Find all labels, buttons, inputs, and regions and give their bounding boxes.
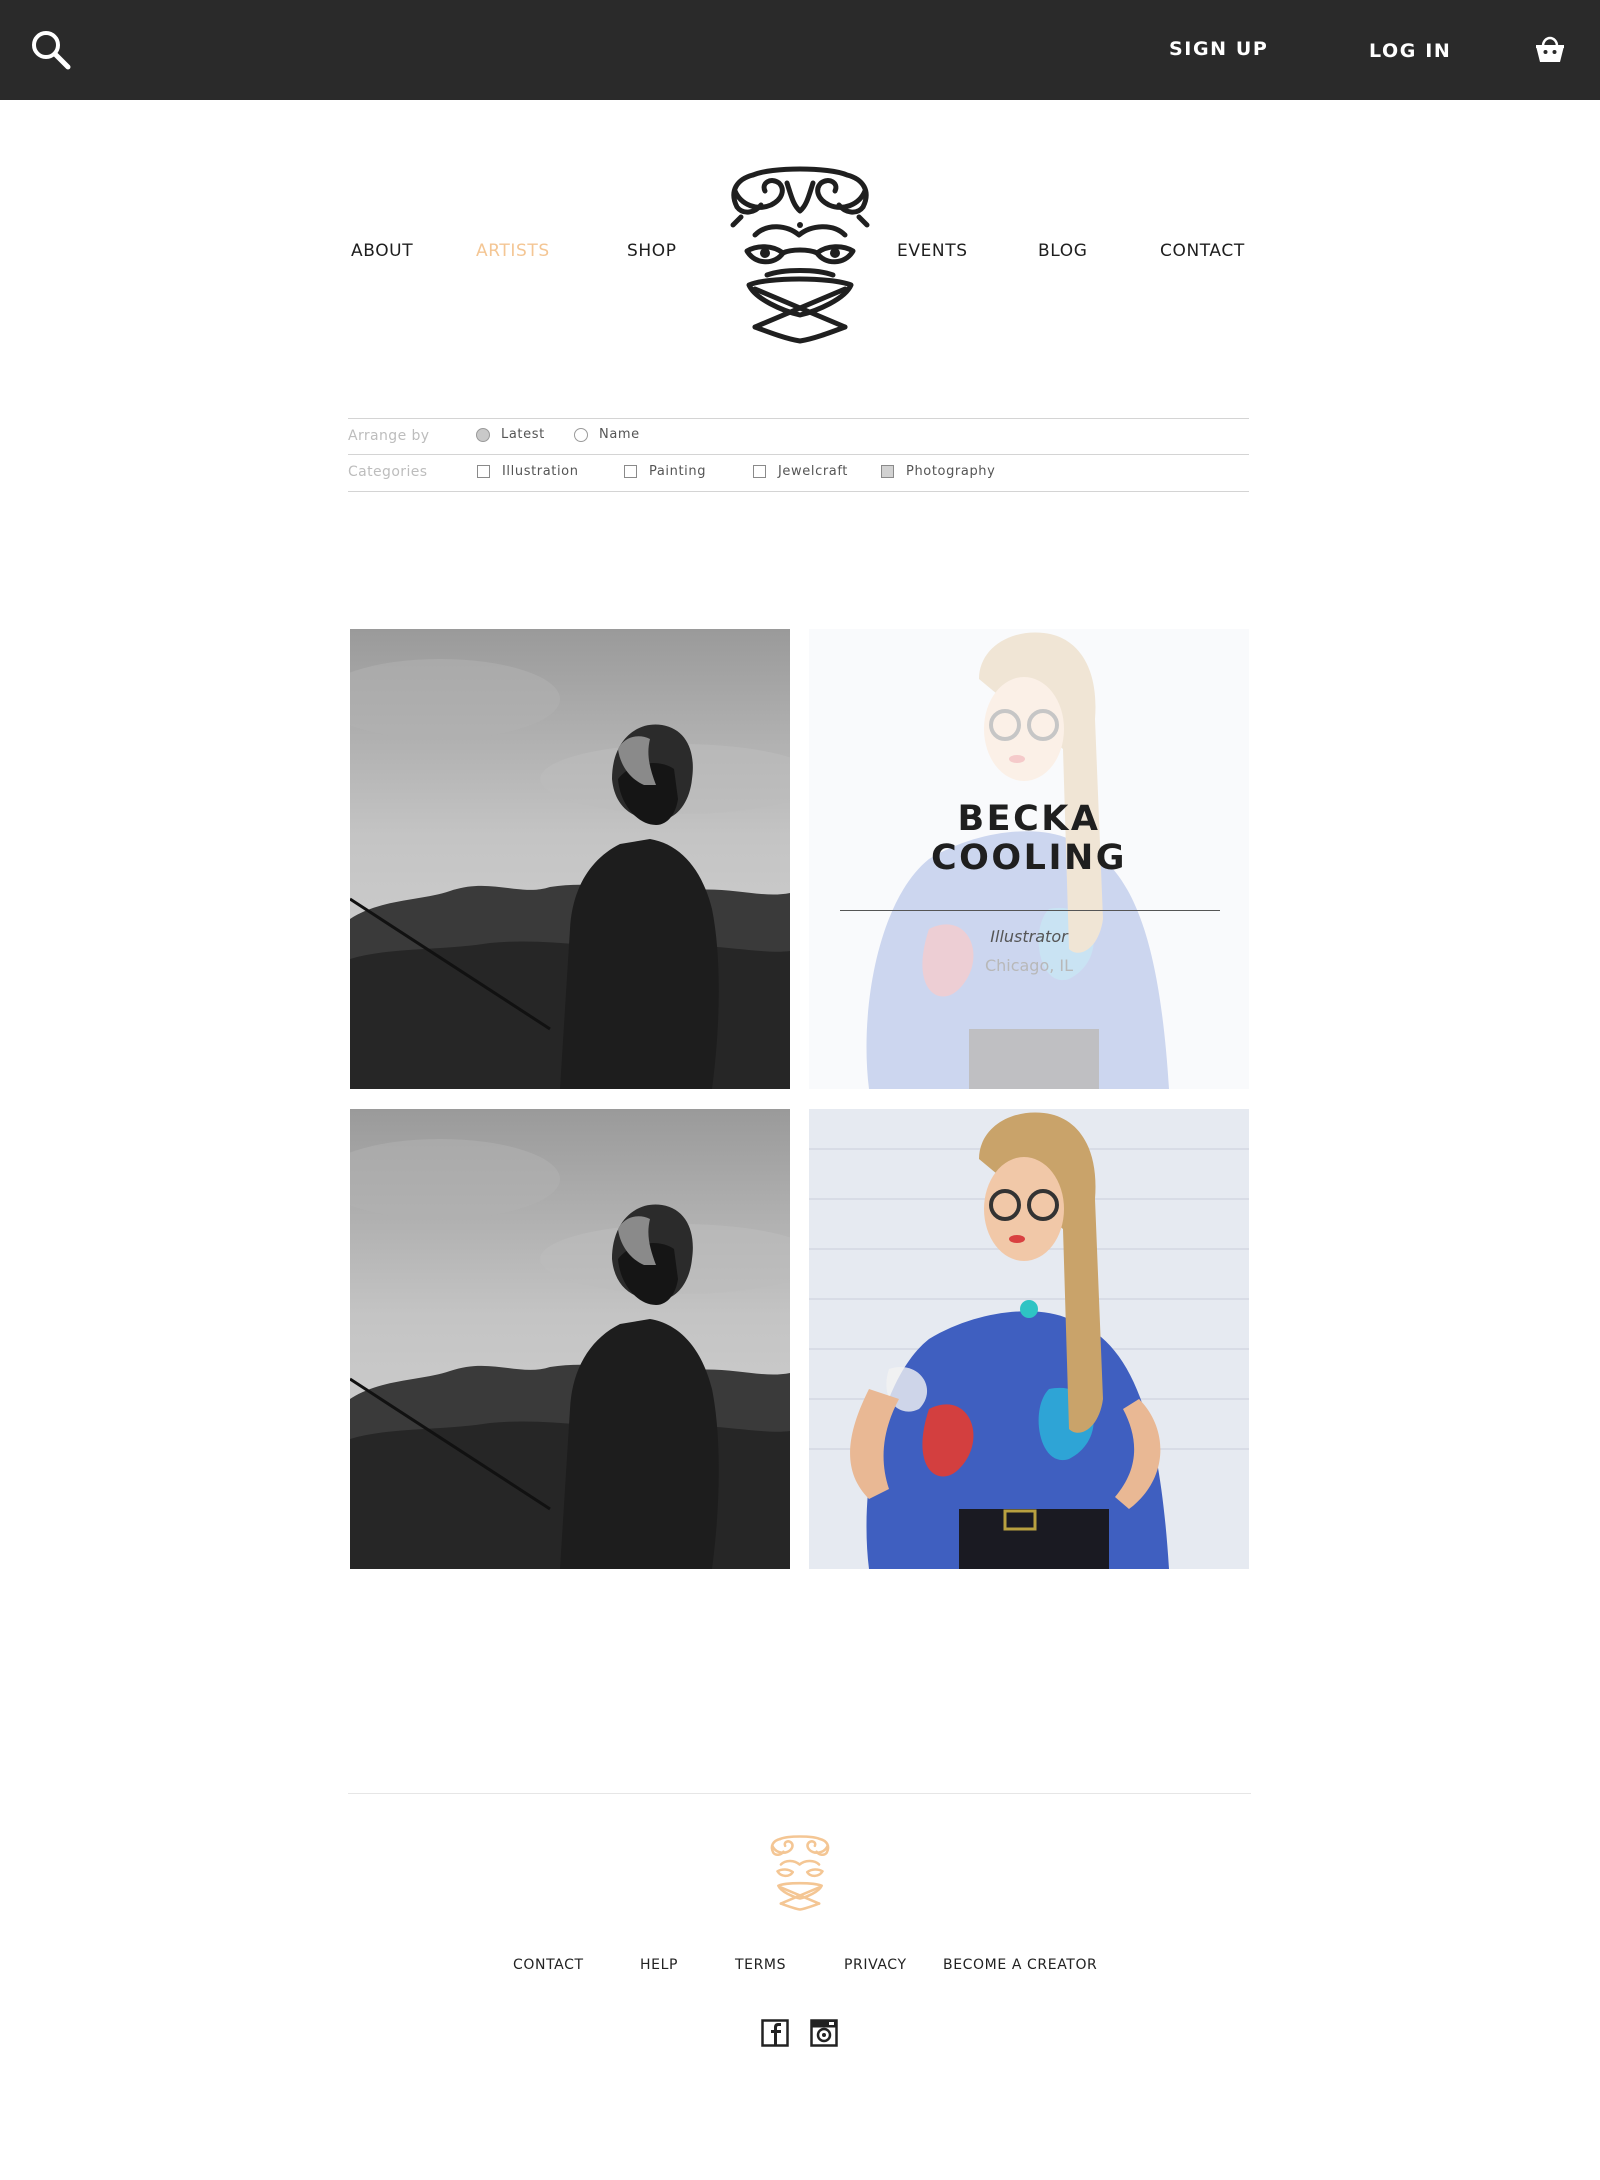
footer-become-creator-link[interactable]: BECOME A CREATOR [943, 1957, 1097, 1973]
search-button[interactable] [28, 28, 74, 74]
mask-logo-icon [730, 166, 870, 344]
artist-divider [840, 910, 1220, 911]
bearded-man-bw-photo [350, 1109, 790, 1569]
category-jewelcraft-label: Jewelcraft [778, 464, 848, 479]
nav-contact[interactable]: CONTACT [1160, 241, 1245, 261]
filter-divider [348, 418, 1249, 419]
footer-help-link[interactable]: HELP [640, 1957, 678, 1973]
instagram-icon [810, 2019, 838, 2047]
footer-logo[interactable] [769, 1833, 831, 1913]
arrange-latest-label: Latest [501, 427, 545, 442]
checkbox-icon [624, 465, 637, 478]
artist-name: BECKA COOLING [930, 799, 1128, 878]
footer-privacy-link[interactable]: PRIVACY [844, 1957, 907, 1973]
mask-logo-icon [770, 1835, 830, 1911]
category-illustration-label: Illustration [502, 464, 579, 479]
instagram-button[interactable] [810, 2019, 838, 2047]
artist-card[interactable] [350, 629, 790, 1089]
footer-divider [348, 1793, 1251, 1794]
filter-divider [348, 454, 1249, 455]
categories-label: Categories [348, 464, 428, 480]
nav-artists[interactable]: ARTISTS [476, 241, 550, 261]
checkbox-icon [477, 465, 490, 478]
category-jewelcraft-checkbox[interactable]: Jewelcraft [753, 464, 848, 479]
basket-icon [1536, 36, 1564, 62]
footer-contact-link[interactable]: CONTACT [513, 1957, 584, 1973]
cart-button[interactable] [1533, 34, 1567, 66]
arrange-latest-radio[interactable]: Latest [476, 427, 545, 442]
artist-card-featured[interactable]: BECKA COOLING Illustrator Chicago, IL [809, 629, 1249, 1089]
category-painting-checkbox[interactable]: Painting [624, 464, 706, 479]
woman-glasses-photo [809, 1109, 1249, 1569]
category-illustration-checkbox[interactable]: Illustration [477, 464, 579, 479]
category-painting-label: Painting [649, 464, 707, 479]
filter-divider [348, 491, 1249, 492]
artist-role: Illustrator [990, 927, 1068, 946]
radio-selected-icon [476, 427, 490, 442]
search-icon [32, 31, 71, 70]
nav-events[interactable]: EVENTS [897, 241, 968, 261]
top-bar: SIGN UP LOG IN [0, 0, 1600, 100]
sign-up-link[interactable]: SIGN UP [1169, 38, 1268, 60]
radio-icon [574, 427, 588, 442]
footer-terms-link[interactable]: TERMS [735, 1957, 786, 1973]
checkbox-checked-icon [881, 465, 894, 478]
artist-card[interactable] [350, 1109, 790, 1569]
category-photography-label: Photography [906, 464, 996, 479]
facebook-button[interactable] [761, 2019, 789, 2047]
nav-about[interactable]: ABOUT [351, 241, 413, 261]
category-photography-checkbox[interactable]: Photography [881, 464, 995, 479]
facebook-icon [761, 2019, 789, 2047]
nav-shop[interactable]: SHOP [627, 241, 677, 261]
checkbox-icon [753, 465, 766, 478]
arrange-name-label: Name [599, 427, 640, 442]
arrange-name-radio[interactable]: Name [574, 427, 640, 442]
site-logo[interactable] [727, 165, 873, 345]
bearded-man-bw-photo [350, 629, 790, 1089]
arrange-by-label: Arrange by [348, 428, 430, 444]
nav-blog[interactable]: BLOG [1038, 241, 1087, 261]
log-in-link[interactable]: LOG IN [1369, 40, 1451, 62]
artist-location: Chicago, IL [984, 956, 1074, 975]
artist-card[interactable] [809, 1109, 1249, 1569]
